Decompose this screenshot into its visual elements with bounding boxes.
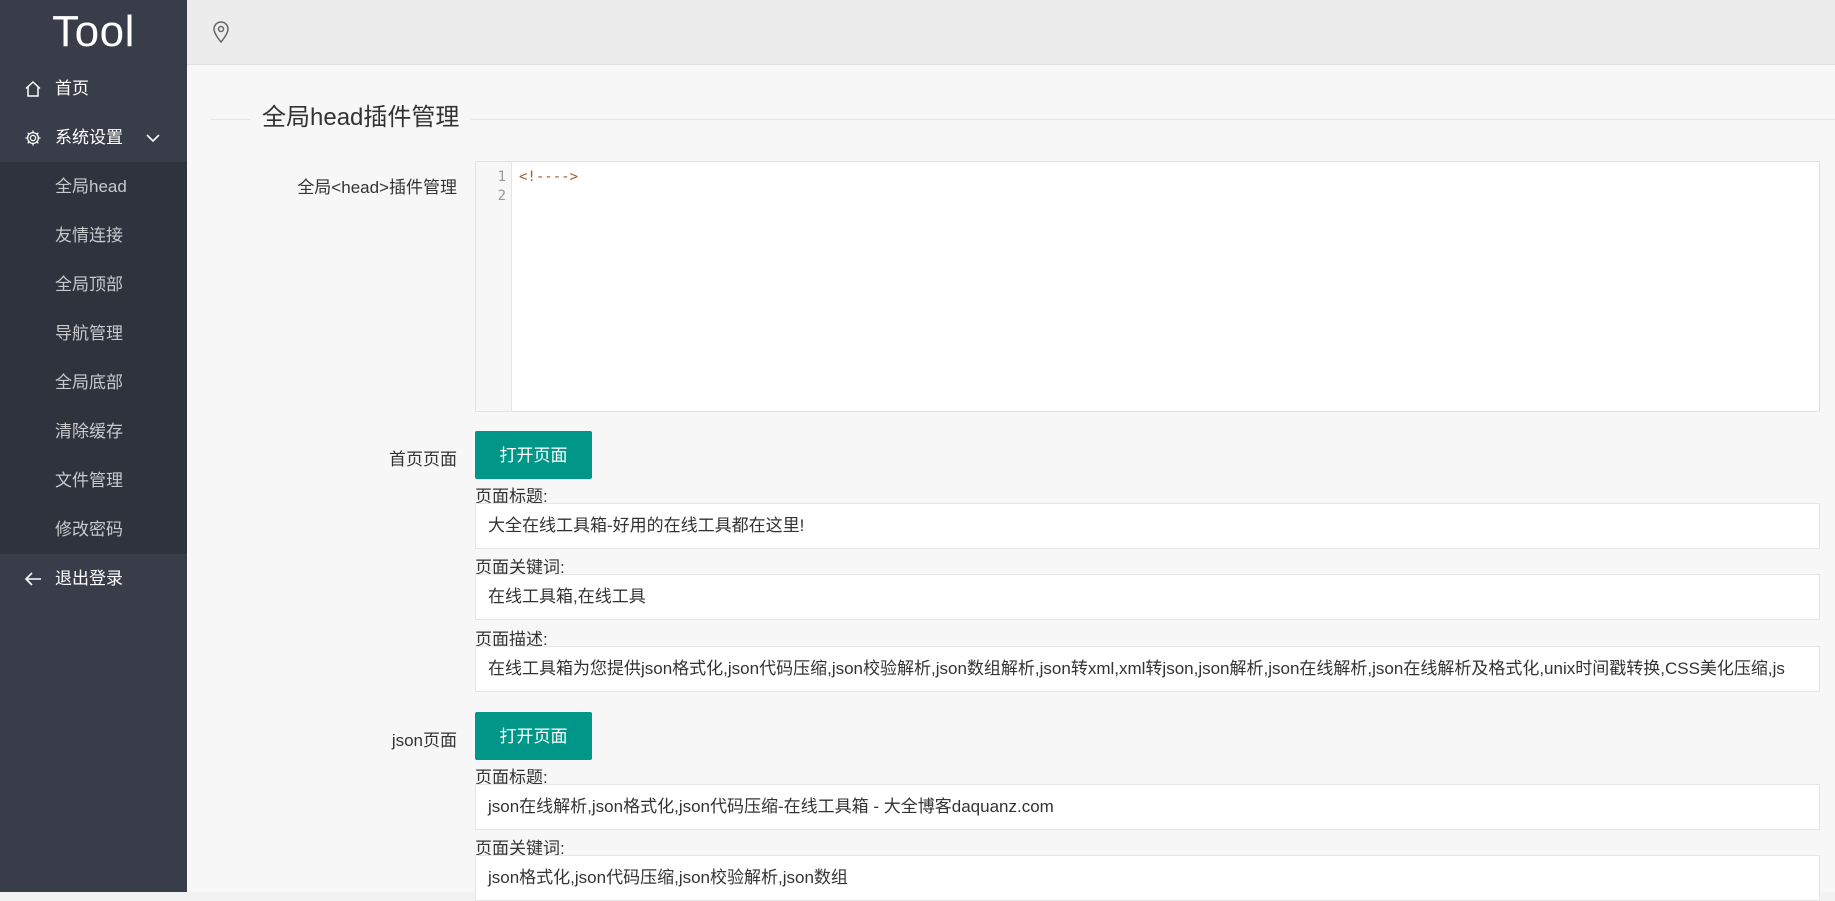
json-keywords-input[interactable]: json格式化,json代码压缩,json校验解析,json数组 [475,855,1820,901]
home-page-label: 首页页面 [389,450,457,469]
sidebar-item-friend-links[interactable]: 友情连接 [0,211,187,260]
sidebar-item-logout[interactable]: 退出登录 [0,554,187,603]
top-bar [187,0,1835,65]
sidebar-item-nav-manage[interactable]: 导航管理 [0,309,187,358]
json-page-label: json页面 [391,731,457,750]
arrow-left-icon [22,554,44,603]
gear-icon [22,113,44,162]
home-description-input[interactable]: 在线工具箱为您提供json格式化,json代码压缩,json校验解析,json数… [475,646,1820,692]
head-plugin-label: 全局<head>插件管理 [297,178,457,197]
sidebar-item-home[interactable]: 首页 [0,64,187,113]
sidebar-item-settings[interactable]: 系统设置 [0,113,187,162]
sidebar-item-clear-cache[interactable]: 清除缓存 [0,407,187,456]
chevron-down-icon [146,113,160,162]
json-title-input[interactable]: json在线解析,json格式化,json代码压缩-在线工具箱 - 大全博客da… [475,784,1820,830]
app-logo: Tool [52,7,135,56]
settings-submenu: 全局head 友情连接 全局顶部 导航管理 全局底部 清除缓存 文件管理 修改密… [0,162,187,554]
home-title-input[interactable]: 大全在线工具箱-好用的在线工具都在这里! [475,503,1820,549]
sidebar-item-file-manage[interactable]: 文件管理 [0,456,187,505]
sidebar-item-label: 退出登录 [55,569,123,588]
open-json-page-button[interactable]: 打开页面 [475,712,592,760]
sidebar-item-label: 首页 [55,79,89,98]
line-number: 1 [497,169,506,185]
open-home-page-button[interactable]: 打开页面 [475,431,592,479]
sidebar-item-global-head[interactable]: 全局head [0,162,187,211]
location-pin-icon[interactable] [211,20,231,44]
sidebar: Tool 首页 系统设置 全局head 友情连接 全局顶部 导航管理 全局底部 … [0,0,187,892]
sidebar-item-label: 系统设置 [55,128,123,147]
home-icon [22,64,44,113]
line-number-gutter: 1 2 [476,162,512,411]
sidebar-item-change-password[interactable]: 修改密码 [0,505,187,554]
head-code-editor[interactable]: 1 2 <!----> [475,161,1820,412]
home-keywords-input[interactable]: 在线工具箱,在线工具 [475,574,1820,620]
sidebar-item-global-top[interactable]: 全局顶部 [0,260,187,309]
sidebar-item-global-bottom[interactable]: 全局底部 [0,358,187,407]
code-line[interactable]: <!----> [519,168,578,187]
page-title: 全局head插件管理 [250,103,472,133]
line-number: 2 [497,188,506,204]
